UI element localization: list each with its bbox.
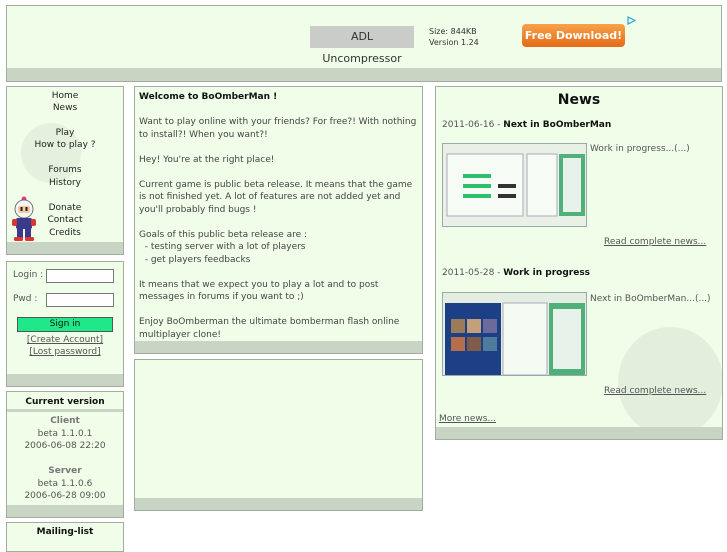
goal-item-1: - testing server with a lot of players — [144, 242, 306, 252]
ad-info: Size: 844KB Version 1.24 — [429, 26, 479, 48]
news-headline[interactable]: Next in BoOmberMan — [503, 120, 611, 130]
ad-banner[interactable]: ADL Uncompressor Size: 844KB Version 1.2… — [6, 5, 722, 82]
empty-footer-bar — [135, 498, 422, 510]
news-panel: News 2011-06-16 - Next in BoOmberMan Wor… — [435, 86, 723, 440]
read-news-link[interactable]: Read complete news... — [604, 386, 706, 396]
create-account-link[interactable]: [Create Account] — [7, 335, 123, 345]
news-item: 2011-05-28 - Work in progress Next in Bo… — [442, 268, 720, 396]
sign-in-button[interactable]: Sign in — [17, 317, 113, 332]
password-label: Pwd : — [13, 294, 38, 304]
nav-footer-bar — [7, 242, 123, 254]
nav-panel: Home News Play How to play ? Forums Hist… — [6, 86, 124, 255]
ad-product-button[interactable]: ADL Uncompressor — [310, 26, 414, 65]
welcome-body: Welcome to BoOmberMan ! Want to play onl… — [139, 91, 421, 354]
client-date: 2006-06-08 22:20 — [24, 441, 106, 451]
nav-home[interactable]: Home — [7, 90, 123, 102]
goal-item-2: - get players feedbacks — [144, 254, 251, 265]
version-footer-bar — [7, 505, 123, 517]
bomberman-mascot-icon — [12, 196, 36, 241]
empty-panel — [134, 359, 423, 511]
password-input[interactable] — [46, 293, 114, 307]
welcome-paragraph-5: It means that we expect you to play a lo… — [139, 279, 379, 303]
nav-play[interactable]: Play — [7, 127, 123, 139]
read-news-link[interactable]: Read complete news... — [604, 237, 706, 247]
version-title: Current version — [25, 397, 105, 407]
news-headline[interactable]: Work in progress — [503, 268, 590, 278]
welcome-panel: Welcome to BoOmberMan ! Want to play onl… — [134, 86, 423, 354]
ad-download-button[interactable]: Free Download! — [522, 24, 625, 47]
server-label: Server — [48, 466, 82, 476]
news-title: News — [557, 92, 601, 108]
background-bomb-icon — [618, 327, 722, 437]
login-footer-bar — [7, 374, 123, 386]
more-news-link[interactable]: More news... — [439, 414, 496, 424]
nav-news[interactable]: News — [7, 102, 123, 114]
version-panel: Current version Client beta 1.1.0.1 2006… — [6, 391, 124, 518]
version-divider — [7, 409, 123, 412]
server-date: 2006-06-28 09:00 — [24, 491, 106, 501]
mailing-list-title: Mailing-list — [36, 527, 94, 537]
client-label: Client — [50, 416, 80, 426]
welcome-footer-bar — [135, 341, 422, 353]
welcome-paragraph-3: Current game is public beta release. It … — [139, 179, 413, 215]
ad-version: Version 1.24 — [429, 38, 479, 47]
news-summary: Work in progress...(...) — [590, 144, 690, 154]
login-input[interactable] — [46, 269, 114, 283]
welcome-paragraph-2: Hey! You're at the right place! — [139, 154, 275, 165]
login-label: Login : — [13, 270, 44, 280]
ad-size: Size: 844KB — [429, 27, 477, 36]
ad-footer-bar — [7, 68, 721, 81]
welcome-title: Welcome to BoOmberMan ! — [139, 92, 278, 102]
news-date: 2011-06-16 - Next in BoOmberMan — [442, 120, 612, 130]
goals-heading: Goals of this public beta release are : — [139, 229, 308, 240]
client-version: beta 1.1.0.1 — [37, 429, 93, 439]
news-date: 2011-05-28 - Work in progress — [442, 268, 591, 278]
news-thumbnail[interactable] — [442, 143, 587, 227]
login-panel: Login : Pwd : Sign in [Create Account] [… — [6, 261, 124, 387]
news-item: 2011-06-16 - Next in BoOmberMan Work in … — [442, 120, 720, 247]
welcome-paragraph-1: Want to play online with your friends? F… — [139, 117, 417, 140]
nav-history[interactable]: History — [7, 177, 123, 189]
lost-password-link[interactable]: [Lost password] — [7, 347, 123, 357]
mailing-list-panel: Mailing-list — [6, 522, 124, 552]
nav-how-to-play[interactable]: How to play ? — [7, 139, 123, 151]
news-footer-bar — [436, 427, 722, 439]
server-version: beta 1.1.0.6 — [37, 479, 93, 489]
news-thumbnail[interactable] — [442, 292, 587, 376]
news-summary: Next in BoOmberMan...(...) — [590, 294, 711, 304]
nav-forums[interactable]: Forums — [7, 164, 123, 176]
ad-choices-icon[interactable] — [627, 16, 637, 28]
welcome-paragraph-6: Enjoy BoOmberman the ultimate bomberman … — [139, 317, 400, 340]
